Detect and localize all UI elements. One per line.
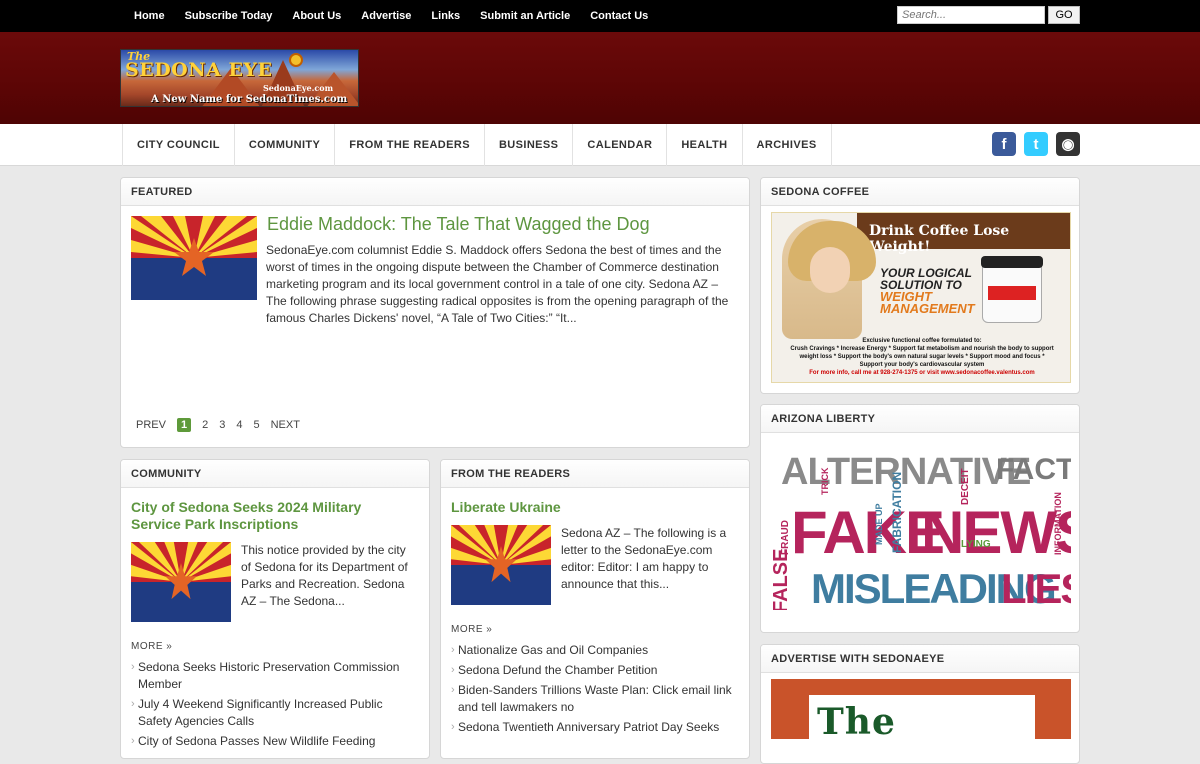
cloud-word: FABRICATION bbox=[890, 471, 904, 553]
twitter-icon[interactable]: t bbox=[1024, 132, 1048, 156]
arizona-flag-image[interactable] bbox=[451, 525, 551, 605]
community-excerpt: This notice provided by the city of Sedo… bbox=[241, 543, 408, 608]
featured-excerpt: SedonaEye.com columnist Eddie S. Maddock… bbox=[131, 242, 731, 327]
sedona-coffee-box: SEDONA COFFEE Drink Coffee Lose Weight! … bbox=[760, 177, 1080, 394]
nav-links[interactable]: Links bbox=[431, 10, 460, 22]
sun-emblem-icon bbox=[289, 53, 303, 67]
slogan-highlight: MANAGEMENT bbox=[880, 301, 975, 316]
featured-pager: PREV 1 2 3 4 5 NEXT bbox=[136, 418, 311, 432]
readers-excerpt: Sedona AZ – The following is a letter to… bbox=[561, 526, 727, 591]
list-item[interactable]: Biden-Sanders Trillions Waste Plan: Clic… bbox=[451, 682, 741, 716]
cloud-word: LYING bbox=[961, 539, 991, 550]
list-item[interactable]: Sedona Twentieth Anniversary Patriot Day… bbox=[451, 719, 741, 736]
coffee-jar-image bbox=[981, 256, 1043, 323]
coffee-ad-banner[interactable]: Drink Coffee Lose Weight! YOUR LOGICAL S… bbox=[771, 212, 1071, 383]
category-health[interactable]: HEALTH bbox=[667, 124, 743, 166]
community-more-link[interactable]: MORE » bbox=[131, 641, 172, 652]
site-header: The SEDONA EYE SedonaEye.com A New Name … bbox=[0, 32, 1200, 124]
category-from-the-readers[interactable]: FROM THE READERS bbox=[335, 124, 485, 166]
cloud-word: TRICK bbox=[820, 467, 830, 496]
fineprint-line: weight loss * Support the body's own nat… bbox=[799, 354, 1045, 360]
pager-page-2[interactable]: 2 bbox=[202, 419, 208, 431]
featured-box: FEATURED Eddie Maddock: The Tale That Wa… bbox=[120, 177, 750, 448]
category-navigation: CITY COUNCIL COMMUNITY FROM THE READERS … bbox=[0, 124, 1200, 166]
category-city-council[interactable]: CITY COUNCIL bbox=[123, 124, 235, 166]
category-calendar[interactable]: CALENDAR bbox=[573, 124, 668, 166]
fineprint-line: Crush Cravings * Increase Energy * Suppo… bbox=[790, 346, 1054, 352]
nav-advertise[interactable]: Advertise bbox=[361, 10, 411, 22]
list-item[interactable]: Nationalize Gas and Oil Companies bbox=[451, 642, 741, 659]
list-item[interactable]: July 4 Weekend Significantly Increased P… bbox=[131, 696, 416, 730]
pager-page-3[interactable]: 3 bbox=[219, 419, 225, 431]
community-link-list: Sedona Seeks Historic Preservation Commi… bbox=[131, 659, 416, 753]
community-heading: COMMUNITY bbox=[121, 460, 429, 488]
pager-page-4[interactable]: 4 bbox=[236, 419, 242, 431]
advertise-logo-text: The Sedona bbox=[817, 701, 896, 739]
cloud-word: FALSE bbox=[771, 548, 792, 610]
readers-heading: FROM THE READERS bbox=[441, 460, 749, 488]
community-article-title[interactable]: City of Sedona Seeks 2024 Military Servi… bbox=[131, 499, 411, 533]
search-input[interactable] bbox=[897, 6, 1045, 24]
cloud-word: FACTS bbox=[996, 453, 1071, 486]
top-navigation: Home Subscribe Today About Us Advertise … bbox=[124, 0, 658, 32]
category-community[interactable]: COMMUNITY bbox=[235, 124, 336, 166]
category-archives[interactable]: ARCHIVES bbox=[743, 124, 832, 166]
arizona-flag-image[interactable] bbox=[131, 542, 231, 622]
cloud-word: MADE UP bbox=[874, 503, 884, 545]
cloud-word: DECEIT bbox=[960, 468, 971, 505]
list-item[interactable]: City of Sedona Passes New Wildlife Feedi… bbox=[131, 733, 416, 750]
coffee-ad-slogan: YOUR LOGICAL SOLUTION TO WEIGHT MANAGEME… bbox=[880, 267, 975, 315]
facebook-icon[interactable]: f bbox=[992, 132, 1016, 156]
readers-link-list: Nationalize Gas and Oil Companies Sedona… bbox=[451, 642, 741, 739]
arizona-liberty-heading: ARIZONA LIBERTY bbox=[761, 405, 1079, 433]
rss-icon[interactable]: ◉ bbox=[1056, 132, 1080, 156]
social-links: f t ◉ bbox=[992, 132, 1080, 156]
pager-page-1[interactable]: 1 bbox=[176, 418, 192, 432]
cloud-word: FRAUD bbox=[780, 520, 791, 555]
featured-excerpt-text: SedonaEye.com columnist Eddie S. Maddock… bbox=[266, 243, 729, 325]
cloud-word: NEWS bbox=[921, 499, 1071, 566]
arizona-liberty-box: ARIZONA LIBERTY ALTERNATIVE FACTS FAKE N… bbox=[760, 404, 1080, 633]
nav-submit-article[interactable]: Submit an Article bbox=[480, 10, 570, 22]
list-item[interactable]: Sedona Defund the Chamber Petition bbox=[451, 662, 741, 679]
advertise-banner[interactable]: The Sedona bbox=[771, 679, 1071, 739]
readers-more-link[interactable]: MORE » bbox=[451, 624, 492, 635]
nav-subscribe[interactable]: Subscribe Today bbox=[185, 10, 273, 22]
cloud-word: ALTERNATIVE bbox=[781, 451, 1031, 493]
fineprint-contact: For more info, call me at 928-274-1375 o… bbox=[809, 370, 1035, 376]
coffee-ad-fineprint: Exclusive functional coffee formulated t… bbox=[772, 337, 1070, 377]
logo-domain: SedonaEye.com bbox=[263, 83, 334, 93]
advertise-heading: ADVERTISE WITH SEDONAEYE bbox=[761, 645, 1079, 673]
logo-tagline: A New Name for SedonaTimes.com bbox=[151, 94, 348, 105]
category-business[interactable]: BUSINESS bbox=[485, 124, 574, 166]
nav-about[interactable]: About Us bbox=[292, 10, 341, 22]
logo-name: SEDONA EYE bbox=[125, 59, 273, 81]
sedona-coffee-heading: SEDONA COFFEE bbox=[761, 178, 1079, 206]
cloud-word: INFORMATION bbox=[1053, 492, 1063, 555]
coffee-ad-photo bbox=[782, 219, 876, 339]
cloud-word: LIES bbox=[1001, 565, 1071, 610]
pager-prev[interactable]: PREV bbox=[136, 419, 166, 431]
featured-article-title[interactable]: Eddie Maddock: The Tale That Wagged the … bbox=[267, 214, 650, 235]
pager-page-5[interactable]: 5 bbox=[253, 419, 259, 431]
list-item[interactable]: Sedona Seeks Historic Preservation Commi… bbox=[131, 659, 416, 693]
nav-home[interactable]: Home bbox=[134, 10, 165, 22]
featured-heading: FEATURED bbox=[121, 178, 749, 206]
nav-contact[interactable]: Contact Us bbox=[590, 10, 648, 22]
advertise-box: ADVERTISE WITH SEDONAEYE The Sedona bbox=[760, 644, 1080, 764]
site-logo[interactable]: The SEDONA EYE SedonaEye.com A New Name … bbox=[120, 49, 359, 107]
fake-news-word-cloud[interactable]: ALTERNATIVE FACTS FAKE NEWS MISLEADING L… bbox=[771, 445, 1071, 610]
pager-next[interactable]: NEXT bbox=[271, 419, 300, 431]
readers-box: FROM THE READERS Liberate Ukraine Sedona… bbox=[440, 459, 750, 759]
fineprint-line: Exclusive functional coffee formulated t… bbox=[862, 338, 982, 344]
fineprint-line: Support your body's cardiovascular syste… bbox=[859, 362, 985, 368]
top-bar: Home Subscribe Today About Us Advertise … bbox=[0, 0, 1200, 32]
search-form: GO bbox=[897, 6, 1080, 24]
readers-article-title[interactable]: Liberate Ukraine bbox=[451, 499, 731, 516]
search-go-button[interactable]: GO bbox=[1048, 6, 1080, 24]
community-box: COMMUNITY City of Sedona Seeks 2024 Mili… bbox=[120, 459, 430, 759]
coffee-ad-headline: Drink Coffee Lose Weight! bbox=[857, 213, 1070, 255]
